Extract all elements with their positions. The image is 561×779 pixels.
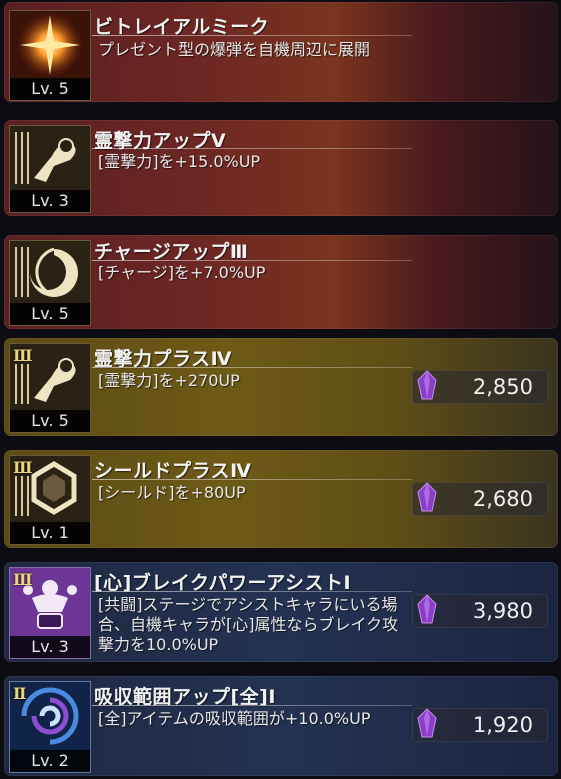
skill-icon-frame: Ⅲ Lv. 1 xyxy=(9,455,91,545)
price-value: 3,980 xyxy=(472,599,533,623)
price-tag[interactable]: 3,980 xyxy=(412,594,548,628)
skill-description: [シールド]を+80UP xyxy=(98,483,246,502)
price-tag[interactable]: 1,920 xyxy=(412,708,548,742)
gem-icon xyxy=(417,594,437,624)
skill-description: [霊撃力]を+15.0%UP xyxy=(98,152,261,171)
rank-badge: Ⅱ xyxy=(13,684,27,703)
skill-card-1[interactable]: Lv. 3 霊撃力アップⅤ [霊撃力]を+15.0%UP xyxy=(4,120,558,216)
skill-card-3[interactable]: Ⅲ Lv. 5 霊撃力プラスⅣ [霊撃力]を+270UP 2,850 xyxy=(4,338,558,436)
level-label: Lv. 5 xyxy=(10,303,90,325)
skill-icon-frame: Lv. 5 xyxy=(9,240,91,326)
skill-card-5[interactable]: Ⅲ Lv. 3 [心]ブレイクパワーアシストⅠ [共闘]ステージでアシストキャラ… xyxy=(4,562,558,662)
gem-icon xyxy=(417,370,437,400)
skill-card-6[interactable]: Ⅱ Lv. 2 吸収範囲アップ[全]Ⅰ [全]アイテムの吸収範囲が+10.0%U… xyxy=(4,676,558,776)
skill-icon-frame: Lv. 3 xyxy=(9,125,91,213)
spirit-power-icon xyxy=(10,126,90,190)
level-label: Lv. 3 xyxy=(10,190,90,212)
price-value: 2,850 xyxy=(472,375,533,399)
starburst-icon xyxy=(10,11,90,79)
skill-description: [全]アイテムの吸収範囲が+10.0%UP xyxy=(98,709,371,728)
rank-badge: Ⅲ xyxy=(13,570,33,589)
level-label: Lv. 5 xyxy=(10,78,90,100)
price-tag[interactable]: 2,850 xyxy=(412,370,548,404)
rank-badge: Ⅲ xyxy=(13,346,33,365)
gem-icon xyxy=(417,482,437,512)
price-tag[interactable]: 2,680 xyxy=(412,482,548,516)
skill-card-2[interactable]: Lv. 5 チャージアップⅢ [チャージ]を+7.0%UP xyxy=(4,235,558,329)
skill-description: [共闘]ステージでアシストキャラにいる場合、自機キャラが[心]属性ならブレイク攻… xyxy=(98,595,399,654)
skill-description: プレゼント型の爆弾を自機周辺に展開 xyxy=(98,40,371,59)
level-label: Lv. 1 xyxy=(10,522,90,544)
skill-icon-frame: Lv. 5 xyxy=(9,10,91,101)
skill-icon-frame: Ⅱ Lv. 2 xyxy=(9,681,91,773)
skill-description: [霊撃力]を+270UP xyxy=(98,371,240,390)
charge-swirl-icon xyxy=(10,241,90,303)
gem-icon xyxy=(417,708,437,738)
skill-card-0[interactable]: Lv. 5 ビトレイアルミーク プレゼント型の爆弾を自機周辺に展開 xyxy=(4,2,558,102)
skill-icon-frame: Ⅲ Lv. 3 xyxy=(9,567,91,659)
skill-list: Lv. 5 ビトレイアルミーク プレゼント型の爆弾を自機周辺に展開 Lv. 3 … xyxy=(0,0,561,779)
level-label: Lv. 2 xyxy=(10,750,90,772)
level-label: Lv. 3 xyxy=(10,636,90,658)
price-value: 1,920 xyxy=(472,713,533,737)
skill-card-4[interactable]: Ⅲ Lv. 1 シールドプラスⅣ [シールド]を+80UP 2,680 xyxy=(4,450,558,548)
skill-description: [チャージ]を+7.0%UP xyxy=(98,263,266,282)
rank-badge: Ⅲ xyxy=(13,458,33,477)
skill-icon-frame: Ⅲ Lv. 5 xyxy=(9,343,91,433)
level-label: Lv. 5 xyxy=(10,410,90,432)
price-value: 2,680 xyxy=(472,487,533,511)
